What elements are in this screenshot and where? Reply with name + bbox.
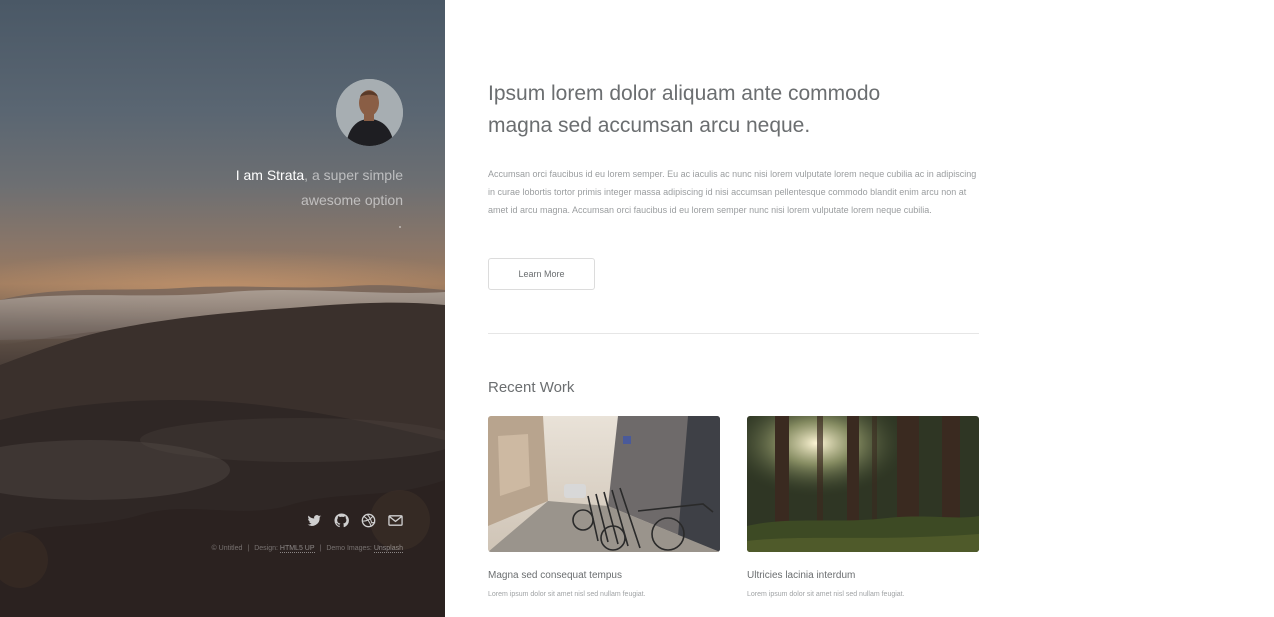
github-icon[interactable] [334,513,349,528]
work-item: Ultricies lacinia interdum Lorem ipsum d… [747,416,979,598]
dribbble-icon[interactable] [361,513,376,528]
avatar[interactable] [336,79,403,146]
hero-title-line2: magna sed accumsan arcu neque. [488,114,811,137]
avatar-portrait-image [336,79,403,146]
recent-work-title: Recent Work [488,379,575,396]
work-thumbnail-street[interactable] [488,416,720,552]
decorative-dot [399,226,401,228]
section-divider [488,333,979,334]
design-credit-label: Design: [254,545,280,552]
intro-text: I am Strata, a super simple awesome opti… [183,163,403,213]
intro-name: I am Strata [235,167,305,183]
hero-paragraph: Accumsan orci faucibus id eu lorem sempe… [488,169,977,215]
forest-sunlight-image [747,416,979,552]
site-header: I am Strata, a super simple awesome opti… [0,0,445,617]
main-content: Ipsum lorem dolor aliquam ante commodo m… [488,0,979,617]
intro-tagline: , a super simple awesome option [301,167,403,208]
work-description: Lorem ipsum dolor sit amet nisl sed null… [747,591,905,598]
work-item: Magna sed consequat tempus Lorem ipsum d… [488,416,720,598]
social-icons [307,513,403,528]
separator: | [319,545,322,552]
work-title: Ultricies lacinia interdum [747,570,856,581]
images-credit-label: Demo Images: [326,545,374,552]
hero-title: Ipsum lorem dolor aliquam ante commodo m… [488,78,908,142]
street-bicycles-image [488,416,720,552]
work-title: Magna sed consequat tempus [488,570,622,581]
unsplash-link[interactable]: Unsplash [373,545,403,553]
separator: | [247,545,250,552]
copyright-text: © Untitled [211,545,243,552]
work-description: Lorem ipsum dolor sit amet nisl sed null… [488,591,646,598]
learn-more-button[interactable]: Learn More [488,258,595,290]
work-thumbnail-forest[interactable] [747,416,979,552]
twitter-icon[interactable] [307,513,322,528]
hero-title-line1: Ipsum lorem dolor aliquam ante commodo [488,82,881,105]
copyright: © Untitled | Design: HTML5 UP | Demo Images:… [211,545,403,553]
html5up-link[interactable]: HTML5 UP [279,545,315,553]
email-icon[interactable] [388,513,403,528]
